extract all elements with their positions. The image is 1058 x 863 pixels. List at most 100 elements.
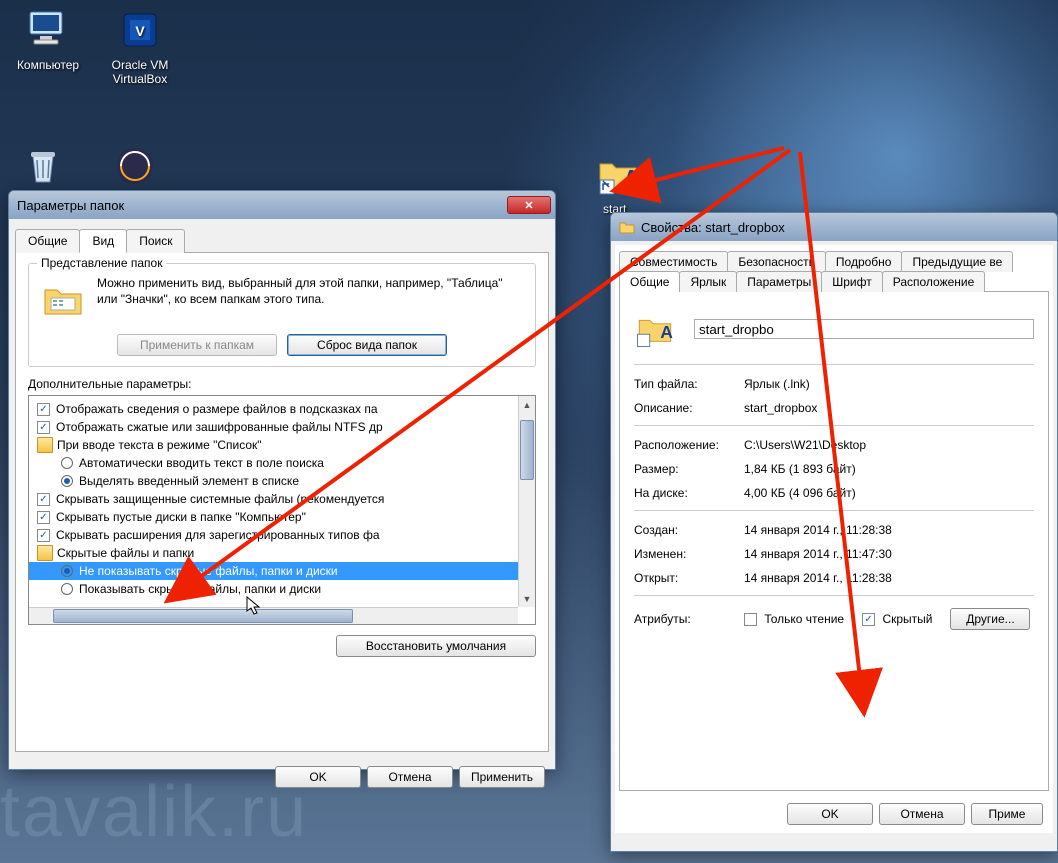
tab-details[interactable]: Подробно (825, 251, 903, 272)
desktop-icon-start-dropbox[interactable]: A start_ (578, 150, 658, 216)
checkbox-icon[interactable] (37, 529, 50, 542)
tree-item-label: При вводе текста в режиме "Список" (57, 438, 262, 452)
radio-icon[interactable] (61, 583, 73, 595)
tab-general[interactable]: Общие (619, 271, 680, 292)
tree-item[interactable]: Не показывать скрытые файлы, папки и дис… (29, 562, 518, 580)
tree-item-label: Отображать сжатые или зашифрованные файл… (56, 420, 383, 434)
folder-icon (37, 545, 53, 561)
desktop-icon-computer[interactable]: Компьютер (8, 6, 88, 72)
tree-item[interactable]: Отображать сжатые или зашифрованные файл… (29, 418, 518, 436)
file-icon: A (634, 308, 676, 350)
folder-options-dialog: Параметры папок ✕ Общие Вид Поиск Предст… (8, 190, 556, 770)
ok-button[interactable]: OK (275, 766, 361, 788)
tab-previous[interactable]: Предыдущие ве (901, 251, 1013, 272)
checkbox-icon[interactable] (37, 511, 50, 524)
readonly-checkbox[interactable] (744, 613, 757, 626)
computer-icon (24, 6, 72, 54)
reset-folders-button[interactable]: Сброс вида папок (287, 334, 447, 356)
tab-view[interactable]: Вид (79, 229, 127, 253)
folder-views-desc: Можно применить вид, выбранный для этой … (97, 276, 525, 324)
scroll-thumb[interactable] (53, 609, 353, 623)
titlebar[interactable]: Свойства: start_dropbox (611, 213, 1057, 241)
tab-general[interactable]: Общие (15, 229, 80, 253)
tab-search[interactable]: Поиск (126, 229, 185, 253)
tree-item-label: Показывать скрытые файлы, папки и диски (79, 582, 321, 596)
ondisk-value: 4,00 КБ (4 096 байт) (744, 486, 856, 500)
tree-item[interactable]: При вводе текста в режиме "Список" (29, 436, 518, 454)
close-button[interactable]: ✕ (507, 196, 551, 214)
tree-item[interactable]: Выделять введенный элемент в списке (29, 472, 518, 490)
cancel-button[interactable]: Отмена (879, 803, 965, 825)
close-icon: ✕ (524, 199, 533, 212)
shortcut-folder-icon: A (594, 150, 642, 198)
virtualbox-icon: V (116, 6, 164, 54)
hidden-label: Скрытый (882, 612, 932, 626)
tree-item[interactable]: Скрывать пустые диски в папке "Компьютер… (29, 508, 518, 526)
shortcut-icon (619, 219, 635, 235)
tree-item-label: Скрывать расширения для зарегистрированн… (56, 528, 380, 542)
type-label: Тип файла: (634, 377, 744, 391)
ondisk-label: На диске: (634, 486, 744, 500)
attributes-label: Атрибуты: (634, 612, 744, 626)
checkbox-icon[interactable] (37, 493, 50, 506)
apply-button[interactable]: Приме (971, 803, 1043, 825)
restore-defaults-button[interactable]: Восстановить умолчания (336, 635, 536, 657)
type-value: Ярлык (.lnk) (744, 377, 810, 391)
file-name-input[interactable] (694, 319, 1034, 339)
horizontal-scrollbar[interactable] (29, 607, 518, 624)
radio-icon[interactable] (61, 457, 73, 469)
window-title: Параметры папок (17, 198, 507, 213)
tab-compat[interactable]: Совместимость (619, 251, 728, 272)
folder-views-group: Представление папок Можно применить вид,… (28, 263, 536, 367)
properties-dialog: Свойства: start_dropbox Совместимость Бе… (610, 212, 1058, 852)
checkbox-icon[interactable] (37, 421, 50, 434)
readonly-label: Только чтение (764, 612, 844, 626)
location-value: C:\Users\W21\Desktop (744, 438, 866, 452)
size-value: 1,84 КБ (1 893 байт) (744, 462, 856, 476)
size-label: Размер: (634, 462, 744, 476)
vertical-scrollbar[interactable]: ▲ ▼ (518, 396, 535, 607)
titlebar[interactable]: Параметры папок ✕ (9, 191, 555, 219)
tree-item-label: Выделять введенный элемент в списке (79, 474, 299, 488)
recycle-bin-icon (19, 142, 67, 190)
radio-icon[interactable] (61, 475, 73, 487)
desktop-icon-eclipse[interactable] (100, 142, 170, 194)
group-legend: Представление папок (37, 256, 166, 270)
radio-icon[interactable] (61, 565, 73, 577)
hidden-checkbox[interactable] (862, 613, 875, 626)
cancel-button[interactable]: Отмена (367, 766, 453, 788)
opened-label: Открыт: (634, 571, 744, 585)
tab-font[interactable]: Шрифт (821, 271, 882, 292)
apply-to-folders-button: Применить к папкам (117, 334, 277, 356)
scroll-down-icon[interactable]: ▼ (519, 590, 535, 607)
other-attributes-button[interactable]: Другие... (950, 608, 1030, 630)
svg-text:V: V (135, 23, 145, 39)
tree-item[interactable]: Автоматически вводить текст в поле поиск… (29, 454, 518, 472)
desktop-icon-virtualbox[interactable]: V Oracle VM VirtualBox (100, 6, 180, 86)
tab-security[interactable]: Безопасность (727, 251, 826, 272)
tab-strip: Совместимость Безопасность Подробно Пред… (615, 245, 1053, 271)
desktop-icon-recycle[interactable] (8, 142, 78, 194)
ok-button[interactable]: OK (787, 803, 873, 825)
tree-item-label: Скрытые файлы и папки (57, 546, 194, 560)
scroll-thumb[interactable] (520, 420, 534, 480)
created-label: Создан: (634, 523, 744, 537)
tree-item[interactable]: Скрывать расширения для зарегистрированн… (29, 526, 518, 544)
svg-text:A: A (624, 167, 638, 189)
tab-panel-view: Представление папок Можно применить вид,… (15, 252, 549, 752)
tree-item[interactable]: Скрытые файлы и папки (29, 544, 518, 562)
tab-layout[interactable]: Расположение (882, 271, 986, 292)
desktop-label: Oracle VM VirtualBox (112, 58, 169, 86)
window-title: Свойства: start_dropbox (641, 220, 1053, 235)
desc-value: start_dropbox (744, 401, 817, 415)
checkbox-icon[interactable] (37, 403, 50, 416)
tree-item[interactable]: Скрывать защищенные системные файлы (рек… (29, 490, 518, 508)
tab-shortcut[interactable]: Ярлык (679, 271, 737, 292)
scroll-up-icon[interactable]: ▲ (519, 396, 535, 413)
advanced-treeview[interactable]: Отображать сведения о размере файлов в п… (28, 395, 536, 625)
apply-button[interactable]: Применить (459, 766, 545, 788)
tab-options[interactable]: Параметры (736, 271, 822, 292)
tree-item[interactable]: Показывать скрытые файлы, папки и диски (29, 580, 518, 598)
tree-item[interactable]: Отображать сведения о размере файлов в п… (29, 400, 518, 418)
tree-item-label: Автоматически вводить текст в поле поиск… (79, 456, 324, 470)
